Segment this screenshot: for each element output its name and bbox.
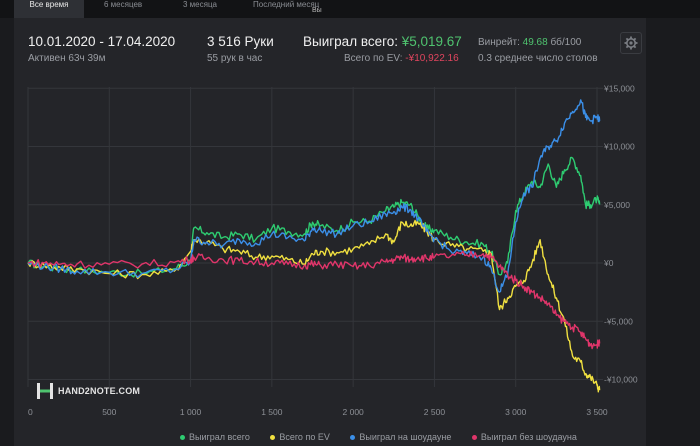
x-tick-label: 2 000 (343, 407, 365, 417)
legend-marker-no-showdown (471, 435, 477, 441)
y-tick-label: -¥5,000 (604, 316, 633, 326)
y-tick-label: -¥10,000 (604, 375, 638, 385)
y-tick-label: ¥15,000 (603, 83, 635, 93)
legend-item-ev[interactable]: Всего по EV (270, 432, 330, 442)
y-tick-label: ¥0 (603, 258, 614, 268)
x-tick-label: 0 (28, 407, 33, 417)
series-line (27, 156, 601, 278)
x-axis-labels: 0 500 1 000 1 500 2 000 2 500 3 000 3 500 (28, 407, 608, 417)
y-tick-label: ¥5,000 (603, 200, 630, 210)
legend-label-won: Выиграл всего (189, 432, 250, 442)
x-tick-label: 1 000 (180, 407, 202, 417)
chart-legend: Выиграл всего Всего по EV Выиграл на шоу… (180, 432, 595, 442)
x-tick-label: 1 500 (261, 407, 283, 417)
legend-item-showdown[interactable]: Выиграл на шоудауне (350, 432, 451, 442)
legend-item-won[interactable]: Выиграл всего (180, 432, 250, 442)
legend-item-no-showdown[interactable]: Выиграл без шоудауна (471, 432, 577, 442)
legend-label-showdown: Выиграл на шоудауне (359, 432, 452, 442)
legend-label-no-showdown: Выиграл без шоудауна (480, 432, 577, 442)
hand2note-logo-text: HAND2NOTE.COM (58, 386, 141, 396)
x-tick-label: 2 500 (424, 407, 446, 417)
chart-series (27, 99, 601, 393)
hand2note-logo-icon (37, 383, 53, 399)
legend-marker-ev (270, 435, 276, 441)
legend-label-ev: Всего по EV (279, 432, 330, 442)
series-line (27, 250, 601, 350)
legend-marker-showdown (350, 435, 356, 441)
series-line (27, 219, 601, 393)
x-tick-label: 3 000 (505, 407, 527, 417)
y-tick-label: ¥10,000 (603, 142, 635, 152)
x-tick-label: 3 500 (586, 407, 608, 417)
profit-graph: ¥15,000 ¥10,000 ¥5,000 ¥0 -¥5,000 -¥10,000 0 5… (27, 83, 638, 417)
chart-grid (27, 87, 603, 387)
x-tick-label: 500 (102, 407, 116, 417)
y-axis-labels: ¥15,000 ¥10,000 ¥5,000 ¥0 -¥5,000 -¥10,000 (603, 83, 638, 384)
legend-marker-won (180, 435, 185, 441)
hand2note-logo: HAND2NOTE.COM (36, 381, 186, 401)
